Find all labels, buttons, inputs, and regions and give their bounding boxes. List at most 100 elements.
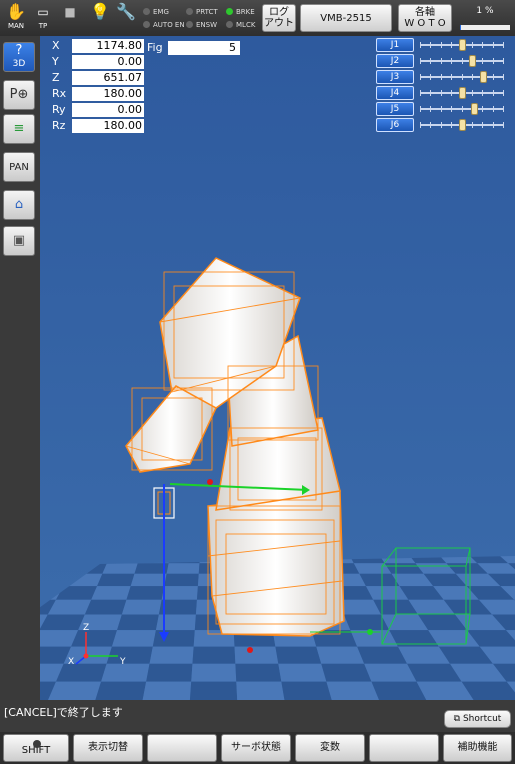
floor-tile: [316, 646, 365, 664]
servo-status-button[interactable]: サーボ状態: [221, 734, 291, 762]
speed-bar-fill: [460, 25, 461, 30]
top-status-bar: ✋ MAN ▭ TP ■ 💡 🔧 EMG PRTCT BRKE AUTO EN …: [0, 0, 515, 36]
led-auto-en: AUTO EN: [143, 21, 185, 29]
joint-thumb-j3[interactable]: [479, 71, 487, 83]
coord-value-z[interactable]: 651.07: [72, 71, 144, 85]
ground-marker: [367, 629, 373, 635]
joint-slider-j3[interactable]: [420, 71, 505, 83]
led-mlck: MLCK: [226, 21, 255, 29]
floor-tile: [95, 681, 147, 700]
home-view-button[interactable]: ⌂: [3, 190, 35, 220]
speed-label: 1 %: [476, 6, 494, 16]
function-button-6[interactable]: [369, 734, 439, 762]
joint-thumb-j1[interactable]: [458, 39, 466, 51]
joint-slider-j5[interactable]: [420, 103, 505, 115]
led-brke-dot: [226, 8, 233, 15]
joint-row-j3: J3: [376, 70, 508, 84]
coord-label: Z: [52, 71, 60, 84]
cube-view-button[interactable]: ▣: [3, 226, 35, 256]
function-button-3[interactable]: [147, 734, 217, 762]
floor-tile: [321, 663, 372, 682]
stop-indicator[interactable]: ■: [62, 2, 78, 22]
joint-button-j5[interactable]: J5: [376, 102, 414, 116]
coord-value-ry[interactable]: 0.00: [72, 103, 144, 117]
floor-tile: [91, 586, 131, 600]
joint-thumb-j2[interactable]: [468, 55, 476, 67]
auxiliary-function-button[interactable]: 補助機能: [443, 734, 512, 762]
joint-button-j4[interactable]: J4: [376, 86, 414, 100]
joint-thumb-j5[interactable]: [471, 103, 479, 115]
floor-tile: [106, 556, 140, 564]
info-lamp[interactable]: 💡: [90, 2, 110, 22]
floor-tile: [192, 646, 236, 664]
floor-tile: [142, 681, 192, 700]
coord-label: Rx: [52, 87, 67, 100]
variables-button[interactable]: 変数: [295, 734, 365, 762]
fig-value[interactable]: 5: [168, 41, 240, 55]
led-auto-en-dot: [143, 21, 150, 28]
joint-row-j4: J4: [376, 86, 508, 100]
floor-tile: [189, 681, 238, 700]
coord-value-y[interactable]: 0.00: [72, 55, 144, 69]
joint-slider-j2[interactable]: [420, 55, 505, 67]
display-switch-button[interactable]: 表示切替: [73, 734, 143, 762]
help-3d-button[interactable]: ? 3D: [3, 42, 35, 72]
floor-tile: [126, 586, 165, 600]
joint-row-j1: J1: [376, 38, 508, 52]
coordinate-frame-button[interactable]: 各軸 W O T O: [398, 4, 452, 32]
joint-button-j6[interactable]: J6: [376, 118, 414, 132]
floor-tile: [40, 573, 71, 587]
floor-tile: [166, 563, 200, 574]
logout-button[interactable]: ログ アウト: [262, 4, 296, 32]
joint-row-j5: J5: [376, 102, 508, 116]
joint-thumb-j6[interactable]: [458, 119, 466, 131]
joint-thumb-j4[interactable]: [458, 87, 466, 99]
floor-tile: [111, 630, 156, 647]
floor-tile: [278, 663, 327, 682]
floor-tile: [40, 556, 50, 564]
teach-pendant-indicator[interactable]: ▭ TP: [32, 2, 54, 30]
led-ensw-dot: [186, 21, 193, 28]
speed-override[interactable]: 1 %: [460, 6, 510, 30]
floor-tile: [106, 646, 153, 664]
floor-tile: [84, 599, 127, 615]
pan-button[interactable]: PAN: [3, 152, 35, 182]
floor-tile: [40, 563, 77, 574]
home-icon: ⌂: [14, 197, 24, 212]
joint-row-j6: J6: [376, 118, 508, 132]
shift-button[interactable]: SHIFT: [3, 734, 69, 762]
floor-tile: [40, 563, 46, 574]
floor-tile: [191, 663, 237, 682]
floor-tile: [137, 556, 170, 564]
joint-slider-j6[interactable]: [420, 119, 505, 131]
joint-button-j2[interactable]: J2: [376, 54, 414, 68]
joint-button-j3[interactable]: J3: [376, 70, 414, 84]
tool-indicator[interactable]: 🔧: [116, 2, 136, 22]
joint-slider-j1[interactable]: [420, 39, 505, 51]
led-prtct-dot: [186, 8, 193, 15]
3d-viewport[interactable]: Z Y X X 1174.80 Y 0.00 Z 651.07 Rx 180.00 Ry…: [40, 36, 515, 700]
pendant-icon: ▭: [37, 5, 49, 19]
coord-value-rx[interactable]: 180.00: [72, 87, 144, 101]
axis-x-label: X: [68, 657, 74, 667]
coord-value-rz[interactable]: 180.00: [72, 119, 144, 133]
floor-tile: [76, 556, 110, 564]
coord-label: Y: [52, 55, 59, 68]
shortcut-button[interactable]: ⧉ Shortcut: [444, 710, 511, 728]
joint-slider-j4[interactable]: [420, 87, 505, 99]
robot-select-button[interactable]: VMB-2515: [300, 4, 392, 32]
layers-icon: ≡: [13, 121, 25, 136]
floor-tile: [40, 614, 85, 631]
floor-tile: [236, 681, 285, 700]
robot-select-tool-button[interactable]: P⊕: [3, 80, 35, 110]
manual-mode-indicator[interactable]: ✋ MAN: [4, 2, 28, 30]
lightbulb-info-icon: 💡: [90, 2, 110, 21]
hand-icon: ✋: [6, 2, 26, 21]
coord-label: X: [52, 39, 60, 52]
joint-button-j1[interactable]: J1: [376, 38, 414, 52]
floor-tile: [234, 646, 279, 664]
status-bar: [CANCEL]で終了します ⧉ Shortcut: [0, 700, 515, 732]
shift-indicator-icon: [33, 740, 41, 748]
coord-value-x[interactable]: 1174.80: [72, 39, 144, 53]
layers-button[interactable]: ≡: [3, 114, 35, 144]
